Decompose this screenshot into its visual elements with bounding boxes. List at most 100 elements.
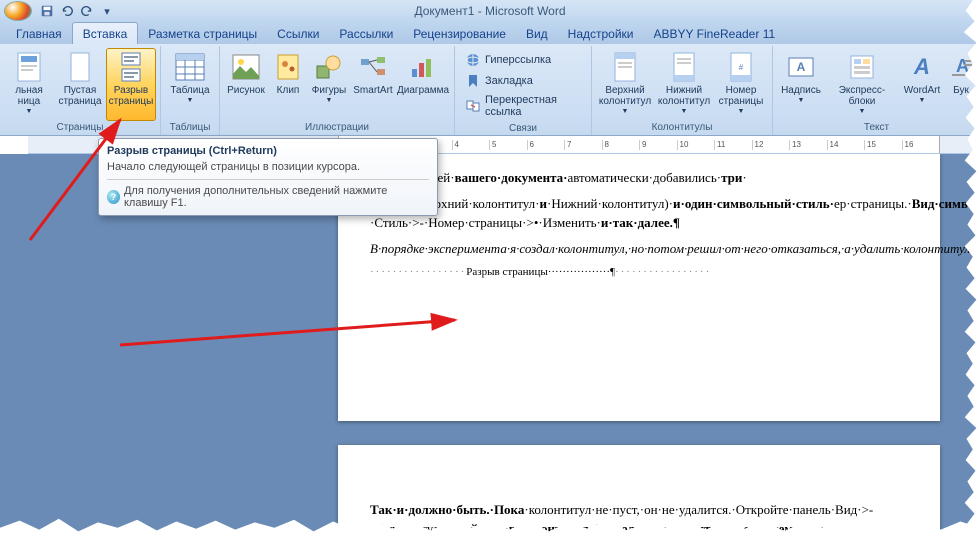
page-break-icon [115, 51, 147, 83]
hyperlink-icon [465, 52, 481, 68]
paragraph[interactable]: В·порядке·эксперимента·я·создал·колонтит… [370, 239, 908, 259]
group-links-label: Связи [459, 122, 587, 136]
page-break-indicator[interactable]: Разрыв страницы·················¶ [370, 264, 908, 281]
chevron-down-icon: ▼ [26, 108, 33, 115]
tab-insert[interactable]: Вставка [72, 22, 139, 44]
textbox-icon: A [785, 51, 817, 83]
wordart-button[interactable]: A WordArt ▼ [899, 48, 945, 121]
cover-page-label: льная ница [6, 85, 52, 107]
clip-label: Клип [277, 85, 300, 96]
bookmark-icon [465, 73, 481, 89]
qat-dropdown-icon[interactable]: ▾ [98, 2, 116, 20]
chevron-down-icon: ▼ [326, 97, 333, 104]
tab-review[interactable]: Рецензирование [403, 23, 516, 44]
page-break-button[interactable]: Разрыв страницы [106, 48, 156, 121]
chevron-down-icon: ▼ [681, 108, 688, 115]
quick-access-toolbar: ▾ [38, 2, 116, 20]
vertical-ruler[interactable] [0, 154, 28, 535]
table-button[interactable]: Таблица ▼ [165, 48, 215, 121]
header-button[interactable]: Верхний колонтитул ▼ [596, 48, 654, 121]
group-headerfooter: Верхний колонтитул ▼ Нижний колонтитул ▼… [592, 46, 773, 135]
quickparts-label: Экспресс-блоки [828, 85, 896, 107]
chevron-down-icon: ▼ [798, 97, 805, 104]
undo-icon[interactable] [58, 2, 76, 20]
clip-icon [272, 51, 304, 83]
textbox-button[interactable]: A Надпись ▼ [777, 48, 825, 121]
crossref-icon [465, 98, 481, 114]
tab-view[interactable]: Вид [516, 23, 558, 44]
group-pages: льная ница ▼ Пустая страница Разрыв стра… [0, 46, 161, 135]
chevron-down-icon: ▼ [919, 97, 926, 104]
picture-label: Рисунок [227, 85, 265, 96]
chevron-down-icon: ▼ [859, 108, 866, 115]
group-headerfooter-label: Колонтитулы [596, 121, 768, 135]
svg-text:A: A [797, 60, 806, 74]
chart-button[interactable]: Диаграмма [396, 48, 450, 121]
tab-mailings[interactable]: Рассылки [329, 23, 403, 44]
hyperlink-label: Гиперссылка [485, 54, 551, 66]
title-bar: ▾ Документ1 - Microsoft Word [0, 0, 980, 22]
office-button[interactable] [4, 1, 32, 21]
svg-text:#: # [739, 63, 744, 72]
paragraph[interactable]: список·стилей·вашего·документа·автоматич… [370, 168, 908, 188]
tooltip-description: Начало следующей страницы в позиции курс… [107, 161, 429, 173]
crossref-label: Перекрестная ссылка [485, 94, 581, 118]
shapes-label: Фигуры [312, 85, 346, 96]
blank-page-icon [64, 51, 96, 83]
tab-page-layout[interactable]: Разметка страницы [138, 23, 267, 44]
smartart-button[interactable]: SmartArt [351, 48, 395, 121]
quickparts-icon [846, 51, 878, 83]
page-break-label: Разрыв страницы [108, 85, 154, 107]
wordart-label: WordArt [904, 85, 941, 96]
group-pages-label: Страницы [4, 121, 156, 135]
pagenum-icon: # [725, 51, 757, 83]
clip-button[interactable]: Клип [269, 48, 307, 121]
bookmark-button[interactable]: Закладка [461, 71, 585, 91]
quickparts-button[interactable]: Экспресс-блоки ▼ [826, 48, 898, 121]
shapes-icon [313, 51, 345, 83]
picture-button[interactable]: Рисунок [224, 48, 268, 121]
smartart-label: SmartArt [353, 85, 392, 96]
footer-label: Нижний колонтитул [657, 85, 711, 107]
chart-label: Диаграмма [397, 85, 449, 96]
header-icon [609, 51, 641, 83]
pagenum-button[interactable]: # Номер страницы ▼ [714, 48, 768, 121]
crossref-button[interactable]: Перекрестная ссылка [461, 92, 585, 120]
ribbon: льная ница ▼ Пустая страница Разрыв стра… [0, 44, 980, 136]
footer-button[interactable]: Нижний колонтитул ▼ [655, 48, 713, 121]
group-links: Гиперссылка Закладка Перекрестная ссылка… [455, 46, 592, 135]
picture-icon [230, 51, 262, 83]
redo-icon[interactable] [78, 2, 96, 20]
chart-icon [407, 51, 439, 83]
tab-addins[interactable]: Надстройки [558, 23, 644, 44]
help-icon: ? [107, 190, 120, 204]
dropcap-label: Бук [953, 85, 969, 96]
paragraph[interactable]: габзаца·(Верхний·колонтитул·и·Нижний·кол… [370, 194, 908, 233]
chevron-down-icon: ▼ [187, 97, 194, 104]
tab-abbyy[interactable]: ABBYY FineReader 11 [644, 23, 786, 44]
group-illustrations-label: Иллюстрации [224, 121, 450, 135]
window-title: Документ1 - Microsoft Word [414, 4, 565, 18]
blank-page-button[interactable]: Пустая страница [55, 48, 105, 121]
table-label: Таблица [170, 85, 209, 96]
group-text-label: Текст [777, 121, 976, 135]
hyperlink-button[interactable]: Гиперссылка [461, 50, 585, 70]
shapes-button[interactable]: Фигуры ▼ [308, 48, 350, 121]
svg-text:A: A [913, 54, 930, 79]
pagenum-label: Номер страницы [716, 85, 766, 107]
group-tables: Таблица ▼ Таблицы [161, 46, 220, 135]
page-2[interactable]: Так·и·должно·быть.·Пока·колонтитул·не·пу… [338, 445, 940, 535]
table-icon [174, 51, 206, 83]
group-illustrations: Рисунок Клип Фигуры ▼ SmartArt Диаграмма… [220, 46, 455, 135]
tab-references[interactable]: Ссылки [267, 23, 329, 44]
blank-page-label: Пустая страница [57, 85, 103, 107]
chevron-down-icon: ▼ [622, 108, 629, 115]
cover-page-icon [13, 51, 45, 83]
save-icon[interactable] [38, 2, 56, 20]
tooltip-page-break: Разрыв страницы (Ctrl+Return) Начало сле… [98, 138, 438, 216]
tab-home[interactable]: Главная [6, 23, 72, 44]
cover-page-button[interactable]: льная ница ▼ [4, 48, 54, 121]
wordart-icon: A [906, 51, 938, 83]
tooltip-title: Разрыв страницы (Ctrl+Return) [107, 145, 429, 157]
chevron-down-icon: ▼ [738, 108, 745, 115]
